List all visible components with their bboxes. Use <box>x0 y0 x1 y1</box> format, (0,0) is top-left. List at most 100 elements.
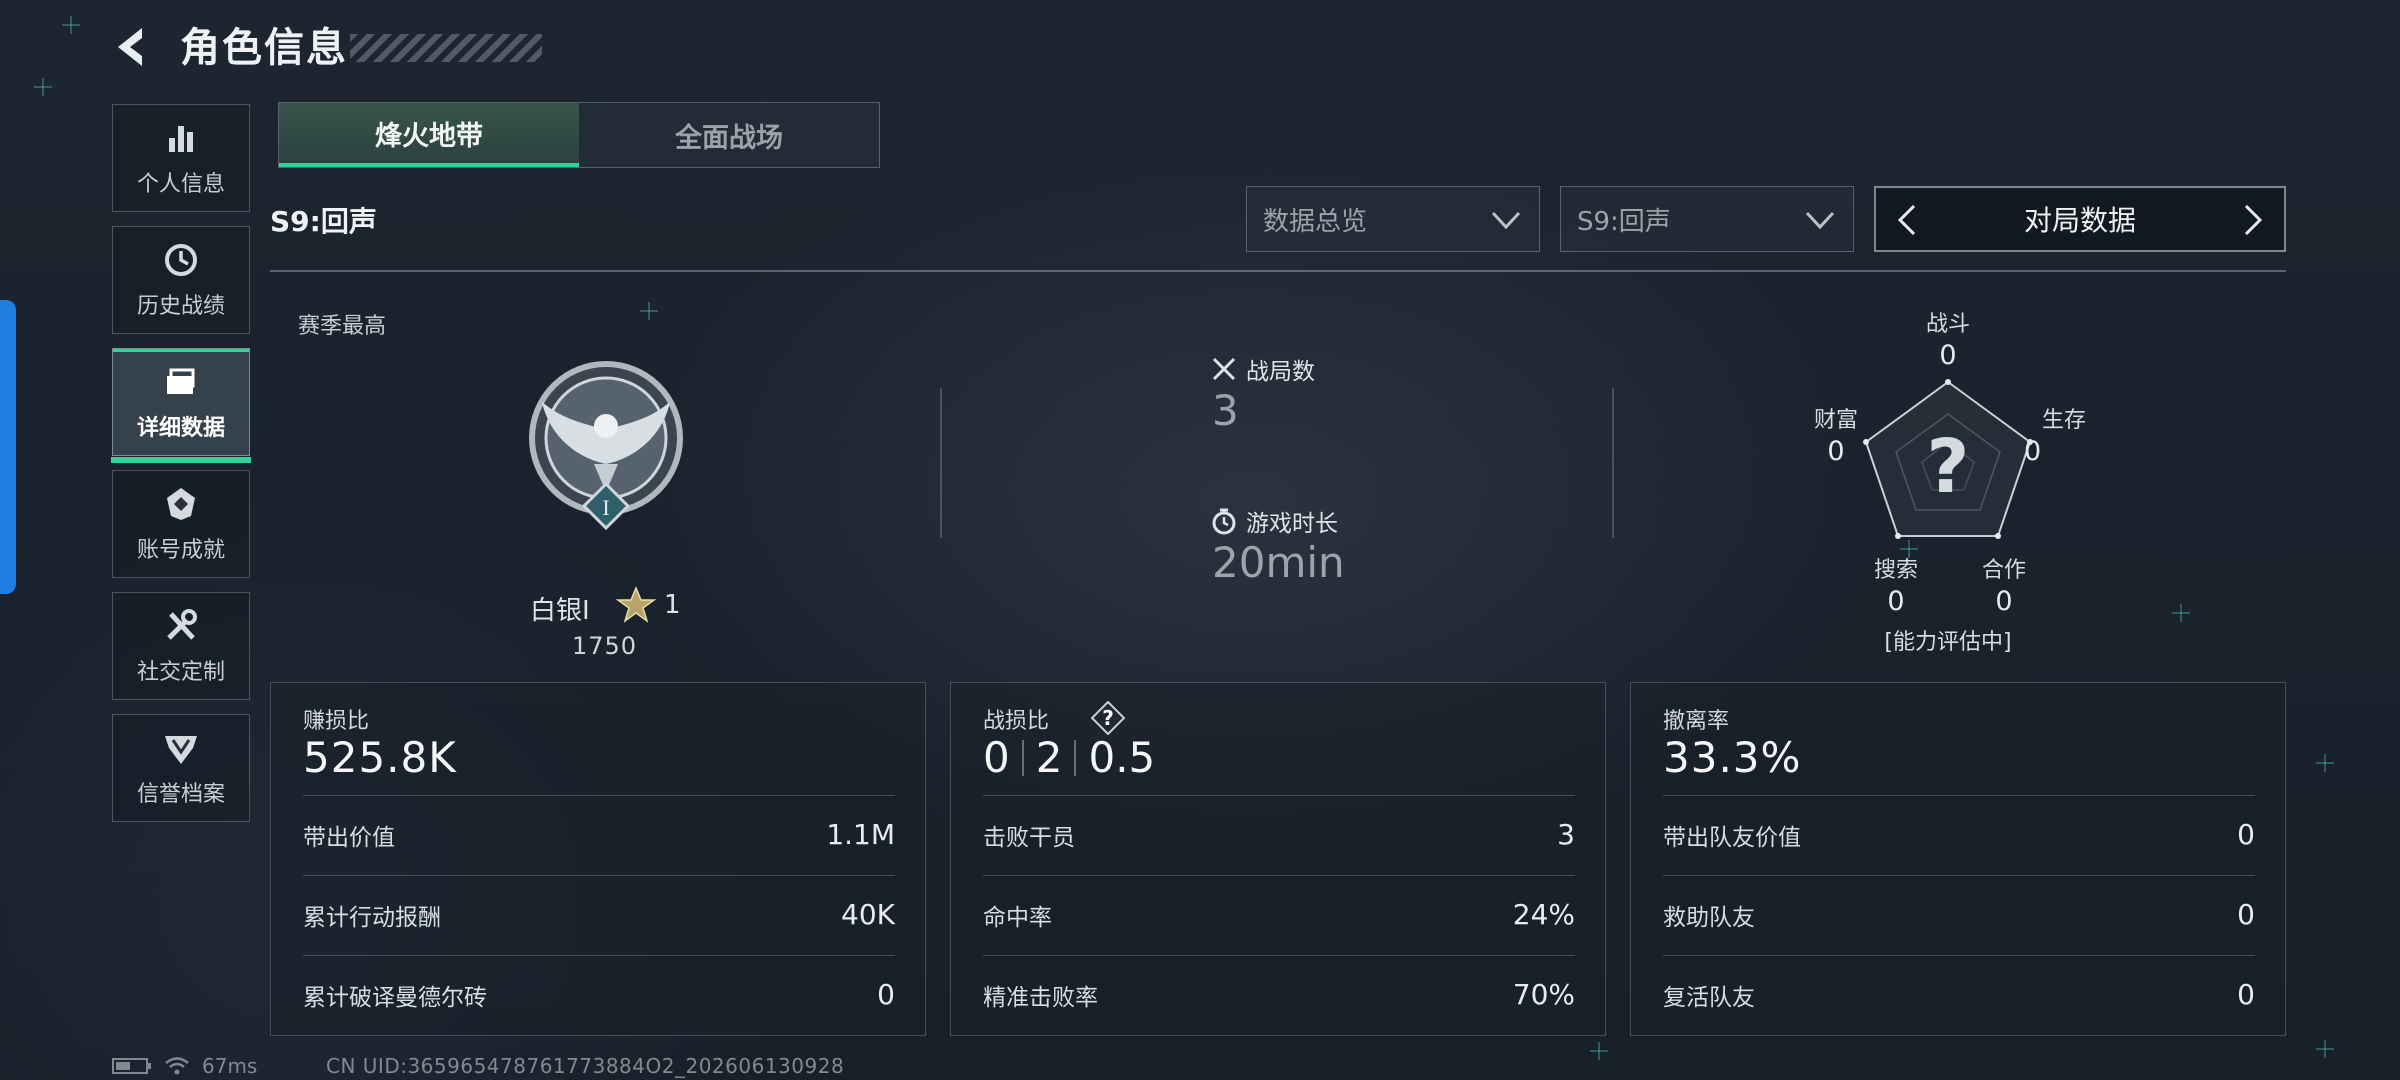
season-label: S9:回声 <box>270 205 377 238</box>
playtime-header: 游戏时长 <box>1210 504 1338 538</box>
extract-panel: 撤离率 33.3% 带出队友价值 0 救助队友 0 复活队友 0 <box>1630 682 2286 1036</box>
grid-tick <box>2316 754 2334 772</box>
edge-accent-bar <box>0 300 16 594</box>
radar-label-search: 搜索 <box>1873 558 1918 583</box>
sidebar-item-reputation[interactable]: 信誉档案 <box>112 714 250 822</box>
season-best-label: 赛季最高 <box>298 314 387 339</box>
radar-label-combat: 战斗 <box>1925 312 1970 337</box>
sidebar-item-label: 详细数据 <box>136 416 225 441</box>
radar-label-cooperation: 合作 <box>1981 558 2026 583</box>
sidebar-item-label: 历史战绩 <box>136 294 225 319</box>
stat-row: 命中率 24% <box>983 875 1575 953</box>
page-title: 角色信息 <box>180 25 348 71</box>
stat-key: 带出价值 <box>303 824 395 851</box>
panel-title: 战损比 <box>983 709 1050 734</box>
shield-emblem-icon <box>165 736 197 764</box>
dropdown-value: 数据总览 <box>1263 206 1368 237</box>
panel-title: 撤离率 <box>1663 709 1730 734</box>
data-type-dropdown[interactable]: 数据总览 <box>1246 186 1540 252</box>
chevron-left-icon[interactable] <box>1890 202 1926 238</box>
kd-value-deaths: 2 <box>1035 733 1063 782</box>
stat-value: 0 <box>877 978 895 1011</box>
season-dropdown[interactable]: S9:回声 <box>1560 186 1854 252</box>
rank-name: 白银Ⅰ <box>530 596 590 626</box>
matches-label: 战局数 <box>1246 359 1315 385</box>
chevron-down-icon <box>1491 211 1521 230</box>
stat-value: 0 <box>2237 898 2255 931</box>
sidebar-item-social[interactable]: 社交定制 <box>112 592 250 700</box>
kd-separator <box>1021 739 1024 776</box>
stat-key: 累计行动报酬 <box>303 904 441 931</box>
tools-icon <box>167 609 197 640</box>
kd-value-ratio: 0.5 <box>1088 733 1156 782</box>
battery-icon <box>112 1058 151 1074</box>
vertical-divider <box>1612 388 1614 538</box>
crossed-swords-icon <box>1212 357 1236 381</box>
kd-panel: 战损比 ? 0 2 0.5 击败干员 3 命中率 24% 精准击败率 70% <box>950 682 1606 1036</box>
stat-row: 带出价值 1.1M <box>303 795 895 873</box>
stat-value: 1.1M <box>826 818 895 851</box>
radar-value-cooperation: 0 <box>1995 586 2013 617</box>
wifi-icon <box>165 1057 189 1075</box>
panel-main-value: 525.8K <box>303 733 457 782</box>
stopwatch-icon <box>1212 508 1236 535</box>
stat-key: 复活队友 <box>1663 984 1755 1011</box>
stat-row: 累计破译曼德尔砖 0 <box>303 955 895 1033</box>
stat-value: 24% <box>1512 898 1575 931</box>
radar-value-combat: 0 <box>1939 340 1957 371</box>
tab-warzone[interactable]: 烽火地带 <box>279 103 579 167</box>
stat-row: 累计行动报酬 40K <box>303 875 895 953</box>
kd-separator <box>1074 739 1077 776</box>
grid-tick <box>62 16 80 34</box>
stat-key: 击败干员 <box>983 824 1075 851</box>
kd-value-kills: 0 <box>983 733 1010 782</box>
chevron-right-icon[interactable] <box>2234 202 2270 238</box>
grid-tick <box>1590 1042 1608 1060</box>
ability-radar: ? <box>1848 370 2048 560</box>
rank-stars-count: 1 <box>664 590 681 620</box>
eagle-rank-emblem: I <box>529 361 683 531</box>
back-button[interactable] <box>108 22 158 72</box>
star-icon <box>615 586 657 624</box>
mode-tabs: 烽火地带 全面战场 <box>278 102 880 168</box>
sidebar-item-achievements[interactable]: 账号成就 <box>112 470 250 578</box>
grid-tick <box>2316 1040 2334 1058</box>
vertical-divider <box>940 388 942 538</box>
stat-value: 0 <box>2237 818 2255 851</box>
stat-key: 累计破译曼德尔砖 <box>303 984 487 1011</box>
stat-value: 70% <box>1512 978 1575 1011</box>
panel-title: 赚损比 <box>303 709 370 734</box>
user-uid: CN UID:365965478761773884O2_202606130928 <box>326 1054 845 1078</box>
playtime-label: 游戏时长 <box>1246 511 1338 537</box>
clock-history-icon <box>165 244 197 276</box>
sidebar-item-detailed-data[interactable]: 详细数据 <box>111 348 251 463</box>
stat-row: 精准击败率 70% <box>983 955 1575 1033</box>
stat-value: 3 <box>1557 818 1575 851</box>
help-icon[interactable]: ? <box>1091 701 1125 735</box>
matches-header: 战局数 <box>1210 352 1315 386</box>
status-footer: 67ms <box>112 1054 257 1078</box>
sidebar-item-history[interactable]: 历史战绩 <box>112 226 250 334</box>
radar-label-survival: 生存 <box>2041 408 2086 433</box>
panel-main-value: 33.3% <box>1663 733 1802 782</box>
stat-value: 0 <box>2237 978 2255 1011</box>
folder-icon <box>167 368 195 394</box>
help-mark: ? <box>1102 706 1114 730</box>
ping-value: 67ms <box>202 1054 258 1078</box>
grid-tick <box>640 302 658 320</box>
radar-value-search: 0 <box>1887 586 1905 617</box>
sidebar-item-label: 账号成就 <box>136 538 225 563</box>
radar-value-survival: 0 <box>2024 436 2042 467</box>
stat-row: 复活队友 0 <box>1663 955 2255 1033</box>
stat-key: 精准击败率 <box>983 984 1098 1011</box>
kd-values: 0 2 0.5 <box>983 733 1155 782</box>
dropdown-value: S9:回声 <box>1577 206 1671 237</box>
tab-full-battlefield[interactable]: 全面战场 <box>579 103 879 167</box>
back-arrow-icon <box>118 28 142 66</box>
title-decoration <box>350 34 542 62</box>
grid-tick <box>2172 604 2190 622</box>
pager-label: 对局数据 <box>2023 204 2136 237</box>
sidebar-item-personal-info[interactable]: 个人信息 <box>112 104 250 212</box>
rank-score: 1750 <box>572 632 638 660</box>
radar-center-mark: ? <box>1927 424 1970 510</box>
